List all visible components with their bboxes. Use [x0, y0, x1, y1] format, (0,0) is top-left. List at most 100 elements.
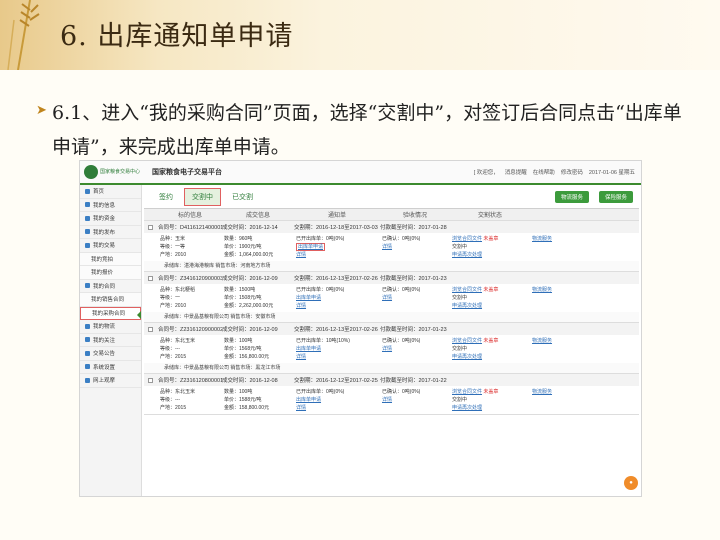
tab-sign[interactable]: 签约 — [152, 189, 180, 205]
sidebar-item[interactable]: 我的报价 — [80, 266, 141, 280]
password-link[interactable]: 修改密码 — [561, 168, 583, 176]
row-checkbox[interactable] — [148, 275, 153, 281]
sidebar-item[interactable]: 我的关注 — [80, 334, 141, 347]
row-checkbox[interactable] — [148, 224, 153, 230]
menu-icon — [85, 350, 90, 356]
out-notice: 已开出库单：0吨(0%) — [296, 236, 345, 242]
amount: 金额：1,064,000.00元 — [224, 252, 274, 258]
menu-icon — [85, 242, 90, 248]
contract-no: 合同号：Z2316120900002 — [158, 327, 222, 333]
unit-price: 单价：1588元/吨 — [224, 397, 262, 403]
delivery-status: 交割中 — [452, 295, 468, 301]
check-detail-link[interactable]: 详情 — [382, 397, 392, 403]
reprocess-link[interactable]: 申请再次处理 — [452, 405, 482, 411]
sidebar-item[interactable]: 网上观摩 — [80, 374, 141, 388]
wheat-icon — [7, 0, 40, 70]
reprocess-link[interactable]: 申请再次处理 — [452, 252, 482, 258]
message-link[interactable]: 消息提醒 — [505, 168, 527, 176]
check-cell: 已确认：0吨(0%) 详情 — [380, 284, 450, 312]
sidebar-item-label: 我的关注 — [93, 337, 116, 344]
unit-price: 单价：1508元/吨 — [224, 295, 262, 301]
goods: 品种：东北玉米 — [160, 338, 196, 344]
contract-no: 合同号：Z3416120900003 — [158, 276, 222, 282]
order-head: 合同号：Z3416120900003 成交时间：2016-12-09 交割期：2… — [144, 272, 639, 284]
amount: 金额：156,800.00元 — [224, 354, 270, 360]
sidebar-item[interactable]: 交易公告 — [80, 347, 141, 361]
deal-date: 成交时间：2016-12-14 — [222, 225, 278, 231]
sidebar-item[interactable]: 我的资金 — [80, 212, 141, 226]
slide-header: 6. 出库通知单申请 — [0, 0, 720, 70]
sidebar-item[interactable]: 我的物流 — [80, 320, 141, 334]
sidebar-item[interactable]: 我的竞拍 — [80, 252, 141, 266]
check-status: 已确认：0吨(0%) — [382, 389, 421, 395]
detail-link[interactable]: 详情 — [296, 303, 306, 309]
sidebar-item-label: 我的发布 — [93, 229, 116, 236]
detail-link[interactable]: 详情 — [296, 252, 306, 258]
logistics-link[interactable]: 物流服务 — [532, 338, 552, 344]
out-apply-link[interactable]: 出库单申请 — [296, 295, 321, 301]
contract-file-link[interactable]: 浏览合同文件 — [452, 236, 482, 242]
goods-cell: 品种：东北玉米 等级：--- 产地：2015 — [158, 386, 222, 414]
goods-cell: 品种：东北玉米 等级：--- 产地：2015 — [158, 335, 222, 363]
sidebar-item-label: 我的采购合同 — [92, 311, 126, 318]
sidebar-item[interactable]: 我的合同 — [80, 280, 141, 293]
logistics-link[interactable]: 物流服务 — [532, 389, 552, 395]
sidebar-item[interactable]: 系统设置 — [80, 361, 141, 374]
logistics-link[interactable]: 物流服务 — [532, 287, 552, 293]
check-detail-link[interactable]: 详情 — [382, 346, 392, 352]
help-link[interactable]: 在线帮助 — [533, 168, 555, 176]
app-topbar: 国家粮食交易中心 国家粮食电子交易平台 [ 欢迎您， 消息提醒 在线帮助 修改密… — [80, 161, 641, 185]
detail-link[interactable]: 详情 — [296, 354, 306, 360]
row-checkbox[interactable] — [148, 377, 153, 383]
sidebar-item[interactable]: 首页 — [80, 185, 141, 199]
status-cell: 浏览合同文件 未盖章 交割中 申请再次处理 — [450, 335, 530, 363]
check-detail-link[interactable]: 详情 — [382, 244, 392, 250]
out-apply-link[interactable]: 出库单申请 — [296, 243, 326, 251]
table-row: 合同号：Z2316120900002 成交时间：2016-12-09 交割期：2… — [144, 323, 639, 374]
insurance-button[interactable]: 保险服务 — [598, 191, 633, 203]
contract-file-link[interactable]: 浏览合同文件 — [452, 338, 482, 344]
reprocess-link[interactable]: 申请再次处理 — [452, 354, 482, 360]
order-foot: 承储库：中景晶基粮有限公司 销售市场：黑龙江市场 — [144, 363, 639, 373]
service-cell: 物流服务 — [530, 335, 580, 363]
reprocess-link[interactable]: 申请再次处理 — [452, 303, 482, 309]
sidebar-item-label: 系统设置 — [93, 364, 116, 371]
table-header: 标的信息 成交信息 通知单 验收情况 交割状态 — [144, 209, 639, 221]
menu-icon — [85, 323, 90, 329]
logo-mark-icon — [84, 165, 98, 179]
out-apply-link[interactable]: 出库单申请 — [296, 397, 321, 403]
sidebar-item-label: 我的销售合同 — [91, 297, 125, 304]
out-notice: 已开出库单：0吨(0%) — [296, 287, 345, 293]
tab-delivered[interactable]: 已交割 — [225, 189, 260, 205]
contract-file-link[interactable]: 浏览合同文件 — [452, 389, 482, 395]
order-head: 合同号：D4116121400001 成交时间：2016-12-14 交割期：2… — [144, 221, 639, 233]
sidebar-item[interactable]: 我的信息 — [80, 199, 141, 212]
deal-date: 成交时间：2016-12-09 — [222, 276, 278, 282]
order-head: 合同号：Z2316120900002 成交时间：2016-12-09 交割期：2… — [144, 323, 639, 335]
unsealed-badge: 未盖章 — [483, 236, 499, 242]
goods-cell: 品种：东北粳稻 等级：一 产地：2010 — [158, 284, 222, 312]
tab-delivering[interactable]: 交割中 — [184, 187, 221, 206]
col-status: 交割状态 — [477, 213, 502, 219]
chat-icon[interactable]: ● — [624, 476, 638, 490]
menu-icon — [85, 337, 90, 343]
detail-link[interactable]: 详情 — [296, 405, 306, 411]
sidebar-item[interactable]: 我的发布 — [80, 226, 141, 239]
sidebar-item[interactable]: 我的采购合同 — [80, 306, 141, 320]
out-apply-link[interactable]: 出库单申请 — [296, 346, 321, 352]
notice-cell: 已开出库单：0吨(0%) 出库单申请 详情 — [294, 233, 380, 261]
date-text: 2017-01-06 星期五 — [588, 170, 635, 176]
check-status: 已确认：0吨(0%) — [382, 287, 421, 293]
contract-file-link[interactable]: 浏览合同文件 — [452, 287, 482, 293]
sidebar-item-label: 交易公告 — [93, 351, 116, 358]
logistics-link[interactable]: 物流服务 — [532, 236, 552, 242]
check-detail-link[interactable]: 详情 — [382, 295, 392, 301]
slide-bullet: 6.1、进入“我的采购合同”页面，选择“交割中”，对签订后合同点击“出库单申请”… — [52, 102, 682, 158]
row-checkbox[interactable] — [148, 326, 153, 332]
out-notice: 已开出库单：10吨(10%) — [296, 338, 350, 344]
pay-deadline: 付款截至时间：2017-01-23 — [380, 276, 447, 282]
sidebar-item[interactable]: 我的交易 — [80, 239, 141, 253]
welcome-text: [ 欢迎您， — [473, 170, 499, 176]
sidebar-item[interactable]: 我的销售合同 — [80, 293, 141, 307]
logistics-button[interactable]: 物流服务 — [554, 191, 589, 203]
